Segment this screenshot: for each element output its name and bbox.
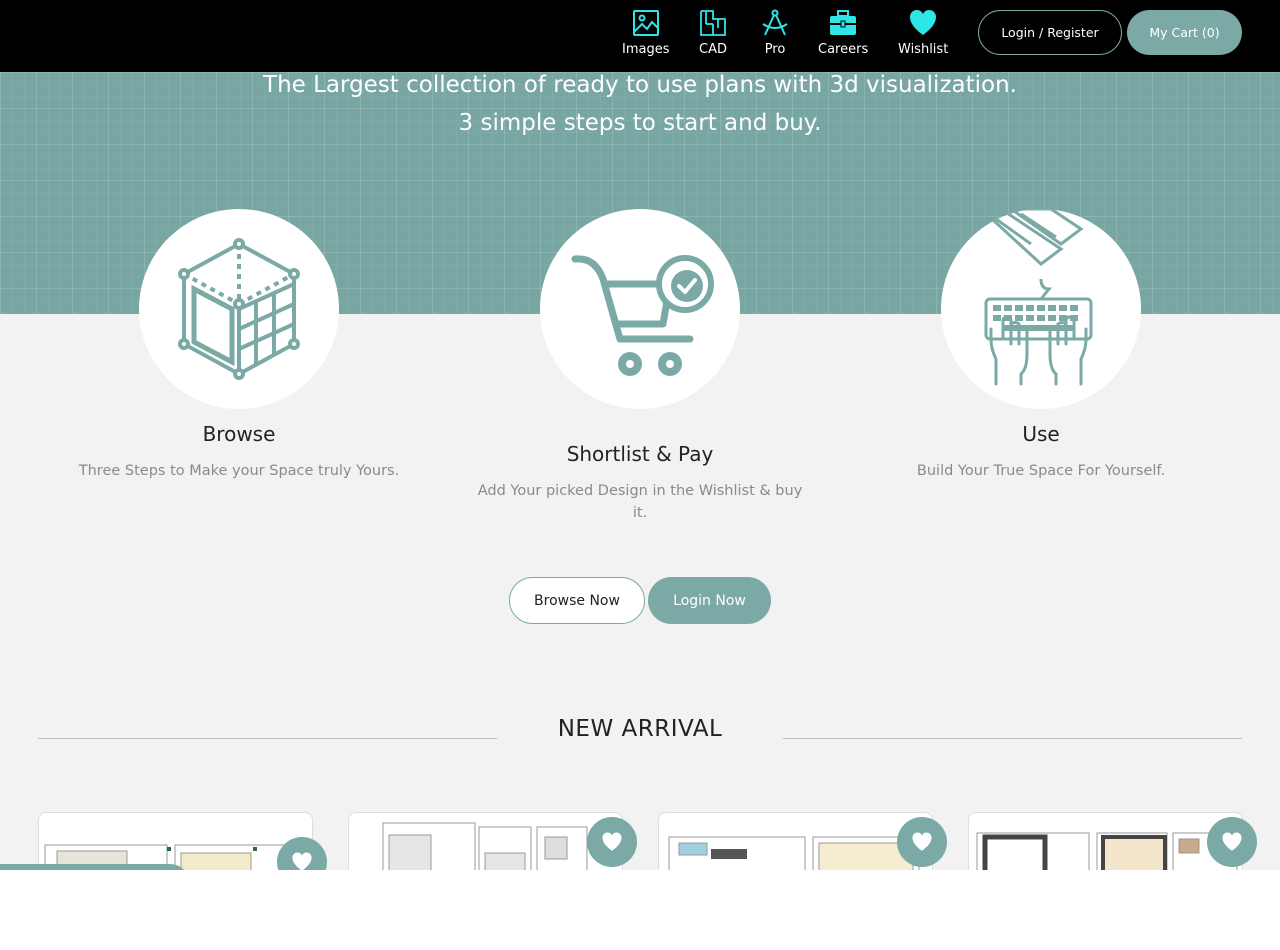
- product-card-1-plan-thumbnail: [44, 844, 298, 870]
- heart-icon: [912, 832, 932, 851]
- product-card-3-plan-thumbnail: [668, 836, 920, 870]
- page-viewport: Images CAD Pro Careers Wishlist Login / …: [0, 0, 1280, 870]
- top-navigation-bar: Images CAD Pro Careers Wishlist Login / …: [0, 0, 1280, 72]
- login-register-button[interactable]: Login / Register: [978, 10, 1122, 55]
- briefcase-icon: [830, 10, 857, 35]
- step-use-circle: [941, 209, 1141, 409]
- product-card-2-plan-thumbnail: [382, 822, 588, 870]
- product-card-3[interactable]: [658, 812, 933, 870]
- step-browse-desc: Three Steps to Make your Space truly You…: [78, 463, 400, 479]
- step-shortlist-desc: Add Your picked Design in the Wishlist &…: [440, 480, 840, 524]
- my-cart-button[interactable]: My Cart (0): [1127, 10, 1242, 55]
- nav-pro[interactable]: Pro: [760, 8, 790, 57]
- product-card-1[interactable]: [38, 812, 313, 870]
- cube-grid-icon: [178, 238, 300, 380]
- nav-careers-label: Careers: [818, 42, 869, 57]
- step-shortlist-title: Shortlist & Pay: [566, 442, 714, 466]
- step-browse-title: Browse: [202, 422, 276, 446]
- keyboard-hands-icon: [978, 209, 1093, 386]
- nav-images[interactable]: Images: [622, 8, 670, 57]
- nav-careers[interactable]: Careers: [818, 8, 868, 57]
- browse-now-button[interactable]: Browse Now: [509, 577, 645, 624]
- heart-icon: [1222, 832, 1242, 851]
- image-icon: [632, 10, 659, 36]
- product-card-4-plan-thumbnail: [976, 832, 1238, 870]
- nav-wishlist-label: Wishlist: [898, 42, 949, 57]
- step-use-title: Use: [1022, 422, 1060, 446]
- nav-cad-label: CAD: [699, 42, 727, 57]
- nav-images-label: Images: [622, 42, 670, 57]
- heart-icon: [602, 832, 622, 851]
- step-shortlist-circle: [540, 209, 740, 409]
- chat-widget-tab[interactable]: [0, 864, 190, 870]
- product-card-2[interactable]: [348, 812, 623, 870]
- wishlist-toggle-card-3[interactable]: [897, 817, 947, 867]
- step-shortlist-desc-line1: Add Your picked Design in the Wishlist &…: [477, 483, 803, 499]
- wishlist-toggle-card-4[interactable]: [1207, 817, 1257, 867]
- login-now-button[interactable]: Login Now: [648, 577, 771, 624]
- cart-check-icon: [571, 255, 714, 376]
- heart-icon: [910, 10, 937, 35]
- step-use-desc: Build Your True Space For Yourself.: [916, 463, 1166, 479]
- nav-pro-label: Pro: [764, 42, 786, 57]
- cad-icon: [700, 10, 726, 36]
- hero-subheadline: 3 simple steps to start and buy.: [458, 110, 822, 136]
- new-arrival-title: NEW ARRIVAL: [557, 716, 723, 742]
- nav-wishlist[interactable]: Wishlist: [898, 8, 948, 57]
- step-shortlist-desc-line2: it.: [632, 505, 648, 521]
- hero-headline: The Largest collection of ready to use p…: [263, 72, 1017, 98]
- nav-cad[interactable]: CAD: [698, 8, 728, 57]
- wishlist-toggle-card-2[interactable]: [587, 817, 637, 867]
- compass-icon: [762, 9, 788, 36]
- product-card-4[interactable]: [968, 812, 1243, 870]
- step-browse-circle: [139, 209, 339, 409]
- heart-icon: [292, 852, 312, 870]
